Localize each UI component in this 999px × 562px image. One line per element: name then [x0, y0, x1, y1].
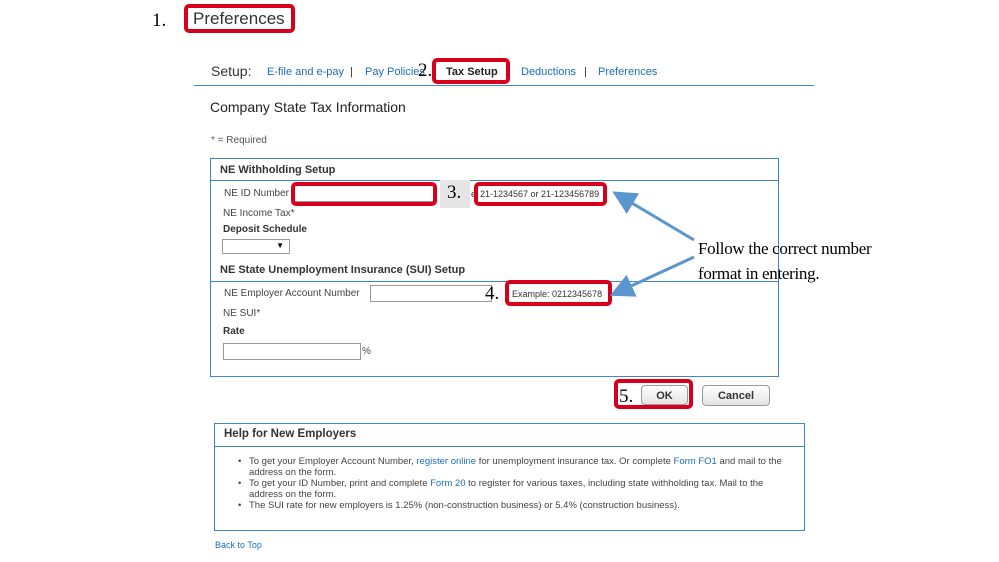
arrow-to-employer-example-icon	[609, 255, 695, 297]
arrow-to-id-example-icon	[612, 191, 695, 242]
annotation-arrows	[609, 191, 695, 297]
